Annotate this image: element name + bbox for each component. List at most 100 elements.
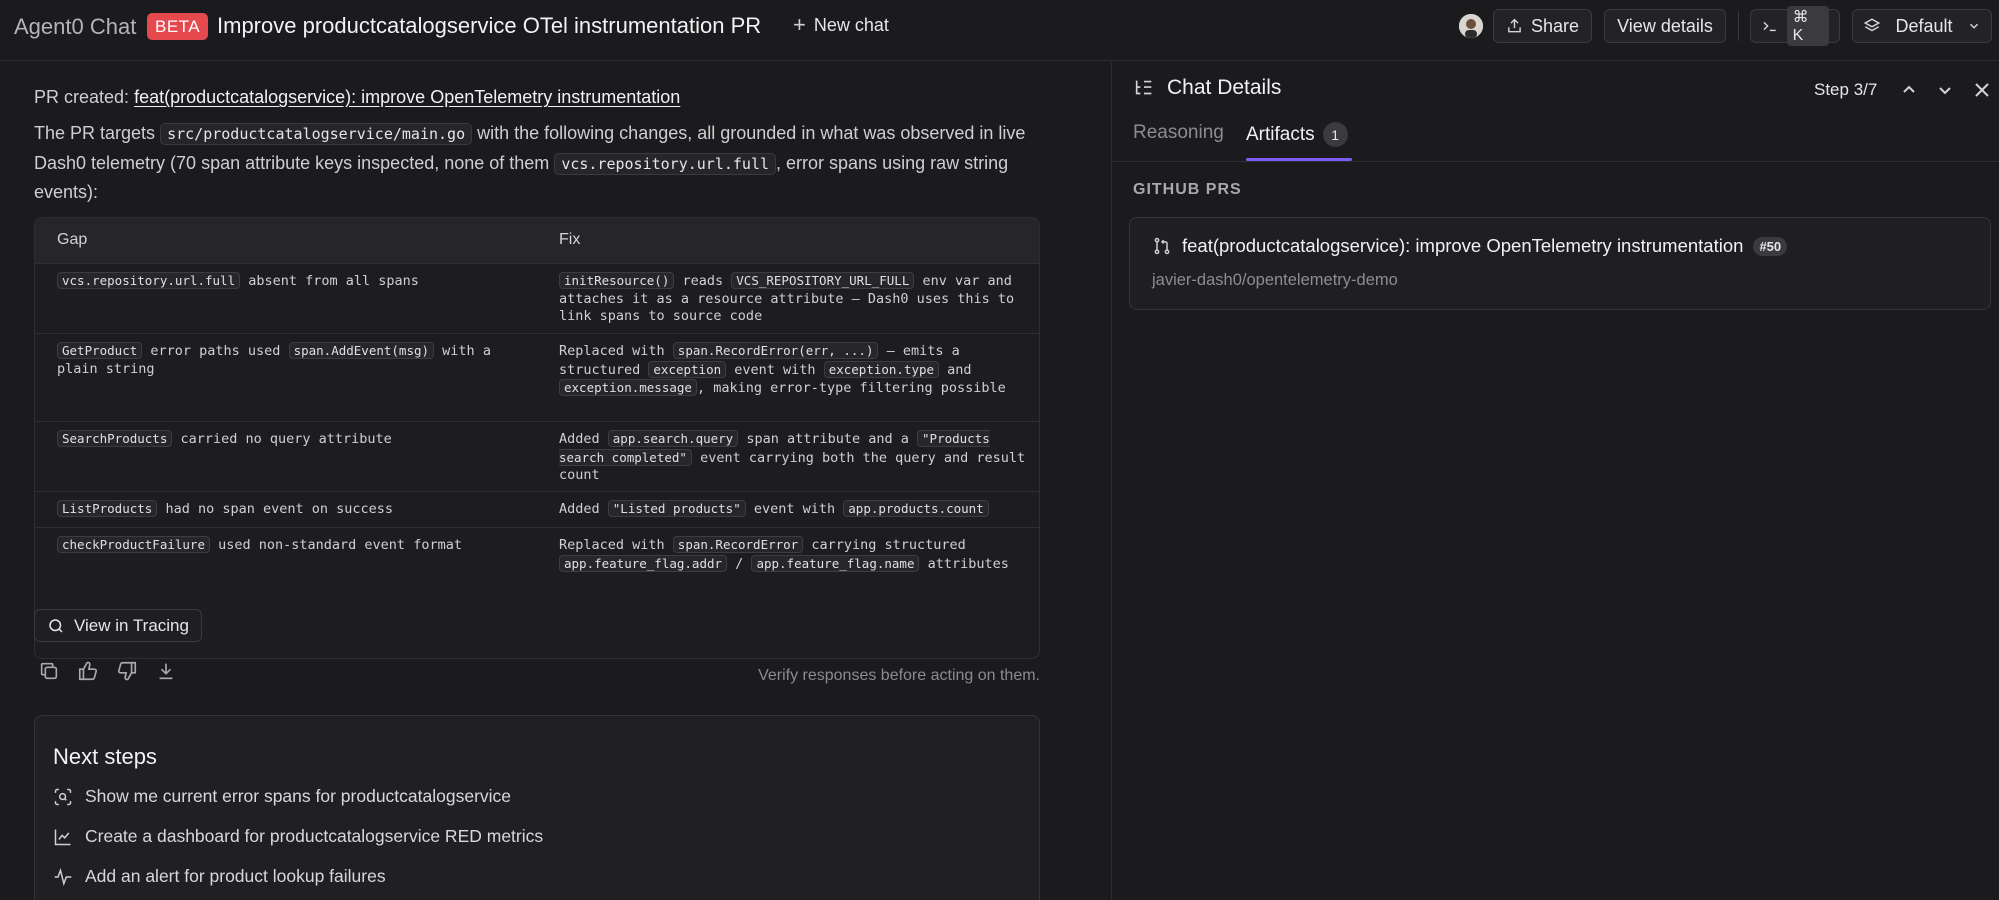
message-actions xyxy=(38,660,177,682)
pr-card-title: feat(productcatalogservice): improve Ope… xyxy=(1152,235,1788,257)
inline-code: vcs.repository.url.full xyxy=(554,152,777,175)
new-chat-button[interactable]: + New chat xyxy=(793,14,889,36)
inline-code: app.products.count xyxy=(843,500,989,517)
cell-text: span attribute and a xyxy=(738,431,918,447)
panel-header: Chat Details xyxy=(1133,76,1281,100)
cell-text: and xyxy=(939,361,972,378)
message-paragraph: The PR targets src/productcatalogservice… xyxy=(34,119,1044,207)
inline-code: exception.message xyxy=(559,379,697,396)
header-fix: Fix xyxy=(559,231,581,248)
plus-icon: + xyxy=(793,12,806,37)
view-in-tracing-label: View in Tracing xyxy=(74,615,189,635)
verify-note: Verify responses before acting on them. xyxy=(758,667,1040,684)
thumbs-up-icon[interactable] xyxy=(77,660,99,682)
fix-cell: Added "Listed products" event with app.p… xyxy=(559,500,1029,519)
share-label: Share xyxy=(1530,15,1579,36)
inline-code: "Listed products" xyxy=(607,500,746,517)
chevron-down-icon xyxy=(1969,23,1978,29)
header-gap: Gap xyxy=(57,231,88,248)
table-row: checkProductFailure used non-standard ev… xyxy=(35,527,1039,597)
inline-code: src/productcatalogservice/main.go xyxy=(160,123,473,145)
cell-text: / xyxy=(727,555,752,572)
next-step-item[interactable]: Add an alert for product lookup failures xyxy=(53,866,386,887)
table-row: ListProducts had no span event on succes… xyxy=(35,491,1039,527)
view-in-tracing-button[interactable]: View in Tracing xyxy=(34,609,202,642)
section-label-github-prs: GITHUB PRS xyxy=(1133,181,1242,198)
command-palette-button[interactable]: ⌘ K xyxy=(1750,6,1840,46)
copy-icon[interactable] xyxy=(38,660,60,682)
inline-code: ListProducts xyxy=(57,500,158,517)
inline-code: exception.type xyxy=(823,360,940,378)
chevron-up-icon[interactable] xyxy=(1897,78,1921,102)
next-step-item[interactable]: Create a dashboard for productcatalogser… xyxy=(53,826,543,847)
tab-reasoning[interactable]: Reasoning xyxy=(1133,122,1224,144)
cell-text: error paths used xyxy=(142,343,289,359)
pr-repo: javier-dash0/opentelemetry-demo xyxy=(1152,271,1398,289)
chat-details-panel: Chat Details Step 3/7 Reasoning Artifact… xyxy=(1111,62,1999,900)
close-icon[interactable] xyxy=(1970,78,1994,102)
next-steps-title: Next steps xyxy=(53,744,157,769)
cell-text: event with xyxy=(745,501,844,517)
inline-code: exception xyxy=(648,360,727,378)
pr-link[interactable]: feat(productcatalogservice): improve Ope… xyxy=(134,87,680,107)
download-icon[interactable] xyxy=(155,660,177,682)
panel-title: Chat Details xyxy=(1167,76,1282,99)
shortcut-kbd: ⌘ K xyxy=(1786,6,1829,46)
app-name: Agent0 Chat xyxy=(14,14,137,39)
inline-code: span.RecordError xyxy=(672,536,804,553)
scan-search-icon xyxy=(54,788,72,805)
model-select[interactable]: Default xyxy=(1852,9,1992,43)
table-row: SearchProducts carried no query attribut… xyxy=(35,421,1039,491)
cell-text: attributes xyxy=(919,555,1009,572)
cell-text: Replaced with xyxy=(559,537,673,553)
avatar[interactable] xyxy=(1459,14,1483,38)
chevron-down-icon[interactable] xyxy=(1933,78,1957,102)
inline-code: checkProductFailure xyxy=(57,536,210,553)
pr-number-badge: #50 xyxy=(1753,236,1788,256)
next-step-item[interactable]: Show me current error spans for productc… xyxy=(53,786,511,807)
table-row: vcs.repository.url.full absent from all … xyxy=(35,263,1039,333)
cell-text: had no span event on success xyxy=(157,501,394,517)
cell-text: absent from all spans xyxy=(240,273,419,289)
gap-cell: GetProduct error paths used span.AddEven… xyxy=(57,342,527,378)
inline-code: VCS_REPOSITORY_URL_FULL xyxy=(731,272,915,289)
fix-cell: Added app.search.query span attribute an… xyxy=(559,430,1029,485)
top-bar: Agent0 Chat BETA Improve productcatalogs… xyxy=(0,0,1999,61)
beta-badge: BETA xyxy=(147,13,209,40)
inline-code: initResource() xyxy=(559,272,675,289)
search-icon xyxy=(49,618,63,633)
inline-code: span.AddEvent(msg) xyxy=(288,342,435,359)
tab-artifacts[interactable]: Artifacts 1 xyxy=(1246,122,1348,147)
pr-created-line: PR created: feat(productcatalogservice):… xyxy=(34,87,680,108)
layers-icon xyxy=(1863,18,1881,32)
cell-text: carrying structured xyxy=(803,537,966,553)
fix-cell: initResource() reads VCS_REPOSITORY_URL_… xyxy=(559,272,1029,326)
user-avatar-icon xyxy=(1459,14,1483,38)
pr-title: feat(productcatalogservice): improve Ope… xyxy=(1182,235,1744,256)
inline-code: app.feature_flag.addr xyxy=(559,554,728,572)
activity-icon xyxy=(54,867,72,886)
tab-artifacts-label: Artifacts xyxy=(1246,123,1315,145)
artifacts-count-badge: 1 xyxy=(1322,122,1348,147)
new-chat-label: New chat xyxy=(813,14,889,35)
model-label: Default xyxy=(1895,15,1953,36)
next-step-label: Show me current error spans for productc… xyxy=(85,786,512,806)
cell-text: Added xyxy=(559,431,608,447)
view-details-label: View details xyxy=(1617,15,1713,36)
gap-cell: checkProductFailure used non-standard ev… xyxy=(57,536,527,555)
view-details-button[interactable]: View details xyxy=(1604,9,1726,43)
upload-icon xyxy=(1508,18,1521,33)
thumbs-down-icon[interactable] xyxy=(116,660,138,682)
list-tree-icon xyxy=(1135,80,1152,95)
cell-text: , making error-type filtering possible xyxy=(696,380,1006,396)
fix-cell: Replaced with span.RecordError carrying … xyxy=(559,536,1029,573)
inline-code: SearchProducts xyxy=(57,430,173,447)
changes-table: Gap Fix vcs.repository.url.full absent f… xyxy=(34,217,1040,659)
line-chart-icon xyxy=(54,829,71,845)
pr-artifact-card[interactable]: feat(productcatalogservice): improve Ope… xyxy=(1129,217,1991,310)
cell-text: Replaced with xyxy=(559,343,673,359)
share-button[interactable]: Share xyxy=(1493,9,1592,43)
gap-cell: ListProducts had no span event on succes… xyxy=(57,500,527,519)
table-row: GetProduct error paths used span.AddEven… xyxy=(35,333,1039,421)
gap-cell: SearchProducts carried no query attribut… xyxy=(57,430,527,449)
